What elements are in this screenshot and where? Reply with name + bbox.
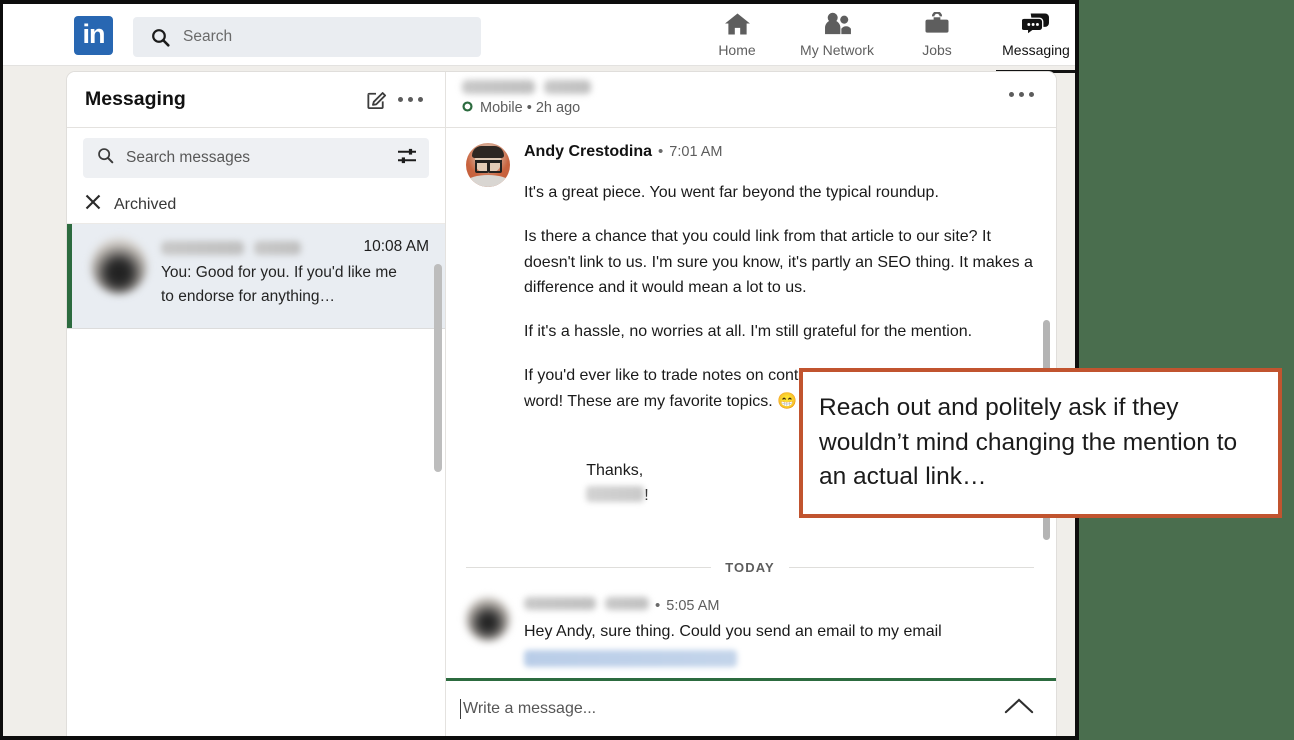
divider-line-left (466, 566, 712, 568)
my-network-icon (823, 10, 852, 38)
annotation-callout: Reach out and politely ask if they would… (799, 368, 1282, 518)
nav-item-my-network[interactable]: My Network (787, 10, 887, 66)
messaging-icon (1022, 10, 1050, 38)
nav-item-jobs[interactable]: Jobs (887, 10, 987, 66)
message-separator: • (658, 143, 664, 160)
linkedin-logo-icon[interactable]: in (74, 16, 113, 55)
search-input[interactable] (183, 28, 453, 46)
chevron-up-icon[interactable] (1004, 697, 1034, 721)
avatar (466, 596, 510, 641)
email-link-redacted[interactable] (524, 650, 737, 668)
archived-label: Archived (114, 195, 177, 213)
nav-label-messaging: Messaging (1002, 42, 1070, 58)
message-paragraph: It's a great piece. You went far beyond … (524, 184, 939, 201)
nav-label-my-network: My Network (800, 42, 874, 58)
conversation-search-wrapper (67, 128, 445, 186)
search-messages-input[interactable] (126, 149, 397, 167)
global-navigation-bar: in Home (3, 4, 1075, 73)
archived-filter-row[interactable]: Archived (67, 186, 445, 224)
message-separator: • (655, 596, 661, 614)
conversation-list-pane: Messaging Search messages Archived 10:08… (67, 72, 446, 736)
message-item: • 5:05 AM Hey Andy, sure thing. Could yo… (446, 596, 1056, 672)
write-message-input[interactable] (463, 699, 1004, 718)
avatar (91, 238, 147, 294)
home-icon (724, 10, 751, 38)
nav-label-home: Home (718, 42, 756, 58)
nav-item-home[interactable]: Home (687, 10, 787, 66)
thread-surname-redacted (544, 80, 591, 94)
message-timestamp: 5:05 AM (666, 597, 720, 614)
conversation-preview: 10:08 AM You: Good for you. If you'd lik… (161, 238, 429, 328)
day-divider-label: TODAY (725, 559, 775, 575)
selected-conversation-accent (67, 224, 72, 328)
mobile-presence-icon (462, 99, 473, 117)
thread-name-redacted (462, 80, 535, 94)
global-search-box[interactable] (133, 17, 481, 57)
list-item[interactable]: 10:08 AM You: Good for you. If you'd lik… (67, 224, 445, 329)
annotation-callout-text: Reach out and politely ask if they would… (819, 393, 1238, 491)
jobs-icon (924, 10, 950, 38)
message-paragraph: Hey Andy, sure thing. Could you send an … (524, 622, 942, 640)
signoff-suffix: ! (644, 487, 649, 505)
conversation-timestamp: 10:08 AM (363, 238, 430, 255)
presence-status-text: Mobile • 2h ago (480, 100, 581, 116)
message-author-redacted (524, 596, 596, 610)
more-options-icon[interactable] (1009, 92, 1034, 97)
message-timestamp: 7:01 AM (669, 144, 723, 160)
conversation-snippet: You: Good for you. If you'd like me to e… (161, 264, 397, 306)
message-author: Andy Crestodina (524, 143, 653, 160)
message-surname-redacted (605, 596, 649, 610)
day-divider: TODAY (466, 559, 1035, 575)
text-caret (460, 698, 461, 719)
conversation-name-redacted (161, 241, 244, 255)
search-icon (151, 28, 170, 47)
conversation-header: Mobile • 2h ago (446, 72, 1056, 128)
message-composer[interactable] (446, 678, 1056, 736)
message-content: • 5:05 AM Hey Andy, sure thing. Could yo… (524, 596, 1034, 672)
nav-item-messaging[interactable]: Messaging (986, 10, 1075, 73)
conversation-surname-redacted (254, 241, 301, 255)
close-x-icon[interactable] (85, 194, 101, 215)
conversation-list-scrollbar[interactable] (434, 264, 442, 472)
search-icon (97, 147, 114, 169)
compose-pencil-icon[interactable] (359, 83, 393, 117)
conversation-list-header: Messaging (67, 72, 445, 128)
avatar (466, 143, 510, 187)
signoff-name-redacted (586, 486, 645, 503)
message-paragraph: Is there a chance that you could link fr… (524, 228, 1038, 296)
conversation-search-box[interactable] (83, 138, 429, 178)
message-paragraph: If it's a hassle, no worries at all. I'm… (524, 323, 973, 341)
more-options-icon[interactable] (393, 83, 427, 117)
filter-sliders-icon[interactable] (397, 147, 417, 170)
message-signoff-text: Thanks, (586, 462, 644, 480)
page-title: Messaging (85, 88, 186, 110)
divider-line-right (788, 566, 1035, 568)
nav-label-jobs: Jobs (922, 42, 952, 58)
frame-left-border (0, 0, 3, 736)
